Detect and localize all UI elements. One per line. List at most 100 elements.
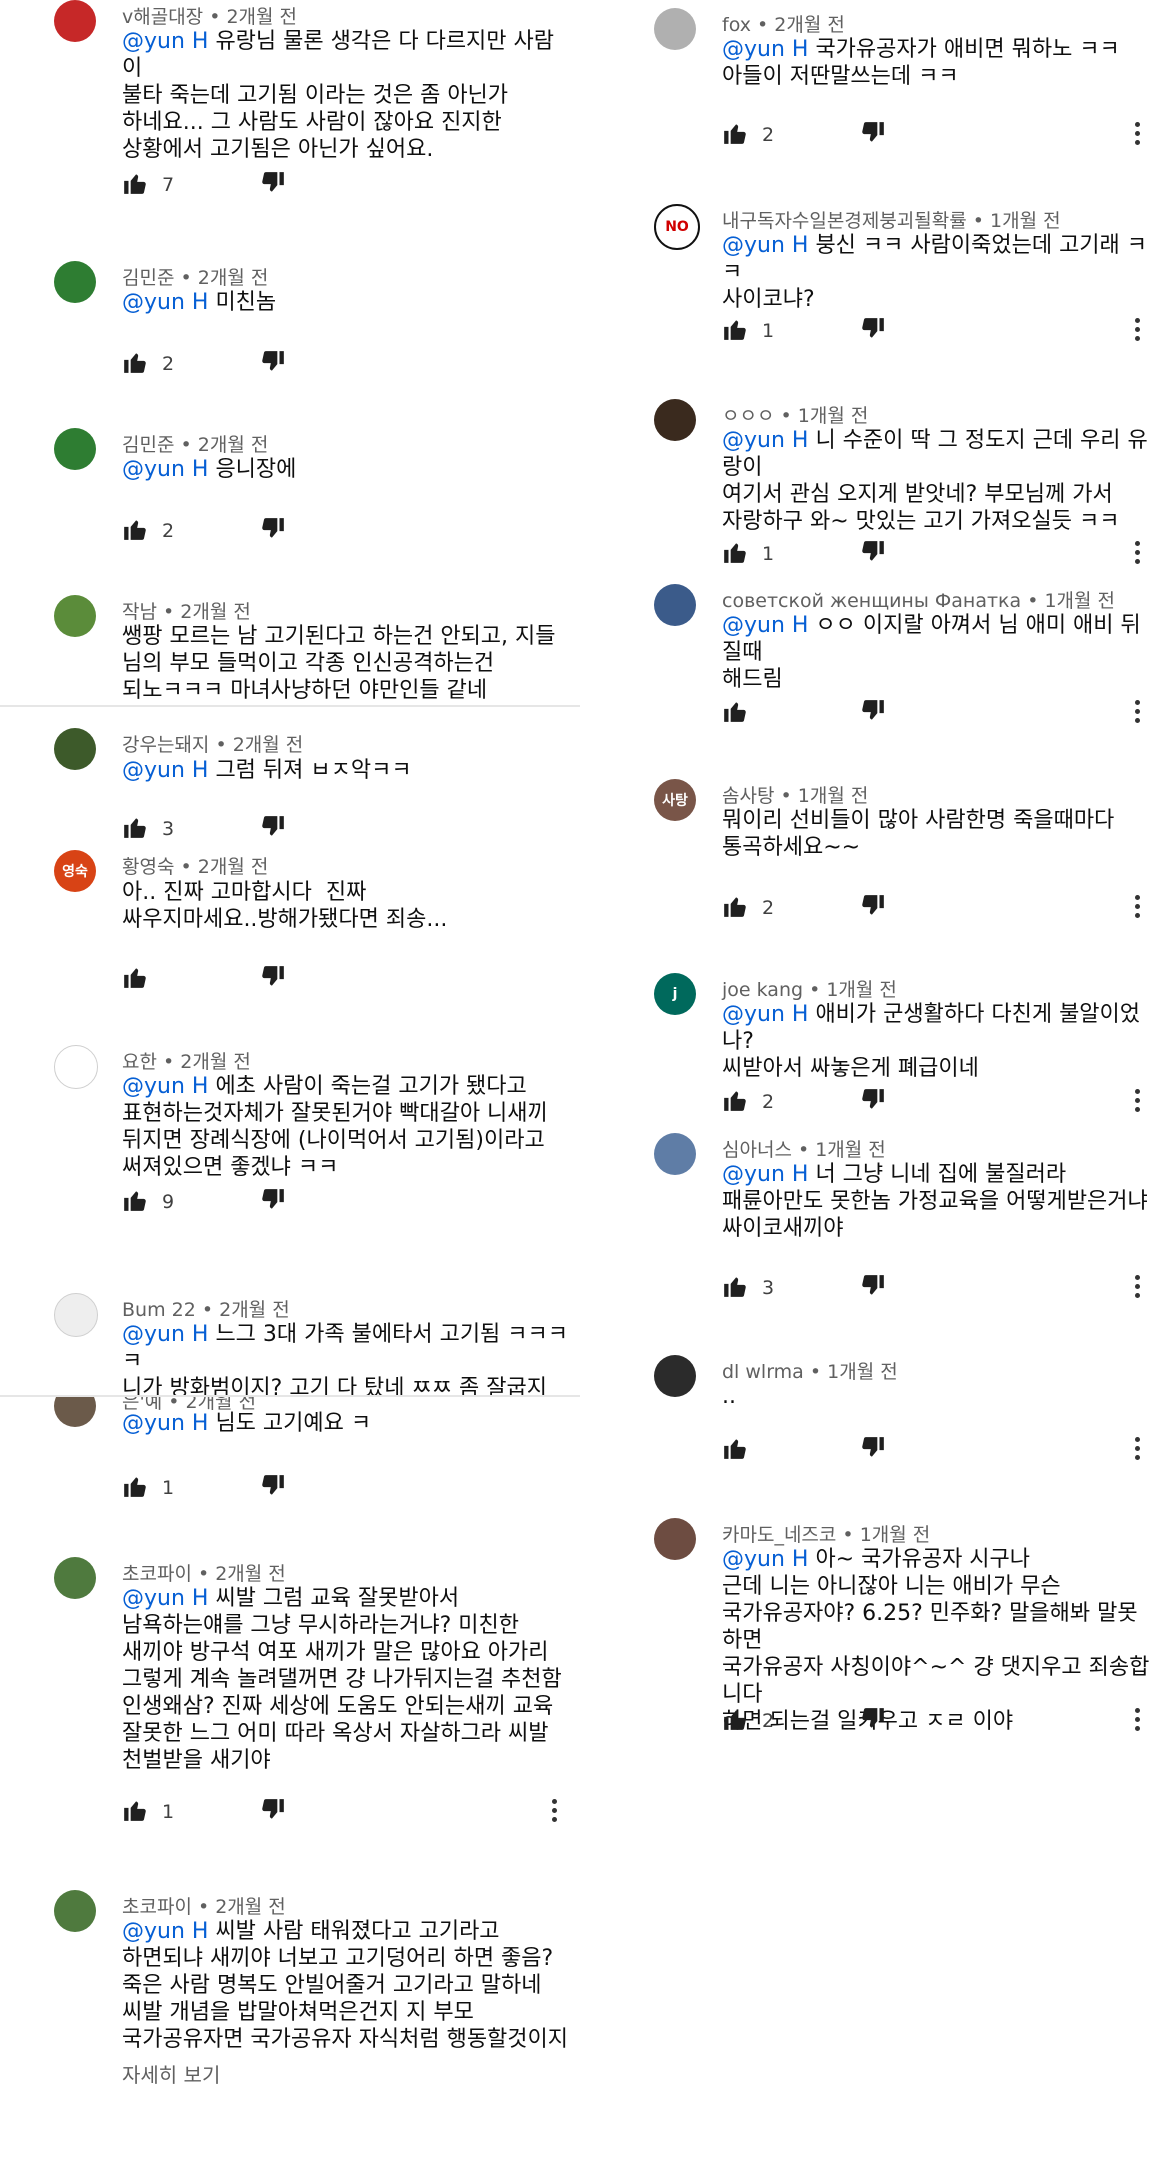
comment-author[interactable]: dl wlrma xyxy=(722,1361,804,1383)
avatar[interactable] xyxy=(54,428,96,470)
dislike-button[interactable] xyxy=(782,1273,886,1303)
thumbs-up-icon[interactable] xyxy=(722,893,748,919)
more-options-icon[interactable] xyxy=(1133,1708,1141,1734)
mention-link[interactable]: @yun H xyxy=(722,428,808,453)
thumbs-up-icon[interactable] xyxy=(722,698,748,724)
like-button[interactable] xyxy=(722,539,748,569)
like-button[interactable] xyxy=(722,1087,748,1117)
avatar[interactable] xyxy=(54,1890,96,1932)
like-button[interactable] xyxy=(122,814,148,844)
thumbs-down-icon[interactable] xyxy=(260,814,286,840)
thumbs-down-icon[interactable] xyxy=(260,1797,286,1823)
thumbs-down-icon[interactable] xyxy=(260,964,286,990)
thumbs-down-icon[interactable] xyxy=(260,1187,286,1213)
dislike-button[interactable] xyxy=(182,516,286,546)
thumbs-up-icon[interactable] xyxy=(122,349,148,375)
more-options-icon[interactable] xyxy=(1133,1275,1141,1301)
thumbs-up-icon[interactable] xyxy=(122,1797,148,1823)
comment-author[interactable]: 초코파이 xyxy=(122,1563,192,1585)
thumbs-up-icon[interactable] xyxy=(722,539,748,565)
dislike-button[interactable] xyxy=(182,349,286,379)
more-options-icon[interactable] xyxy=(1133,1089,1141,1115)
avatar[interactable] xyxy=(54,728,96,770)
avatar[interactable] xyxy=(654,584,696,626)
thumbs-down-icon[interactable] xyxy=(260,1473,286,1499)
dislike-button[interactable] xyxy=(782,698,886,728)
thumbs-down-icon[interactable] xyxy=(860,539,886,565)
avatar[interactable] xyxy=(654,1355,696,1397)
avatar[interactable] xyxy=(654,1133,696,1175)
like-button[interactable] xyxy=(122,1473,148,1503)
like-button[interactable] xyxy=(122,1187,148,1217)
comment-author[interactable]: 강우는돼지 xyxy=(122,734,209,756)
mention-link[interactable]: @yun H xyxy=(122,1919,208,1944)
thumbs-up-icon[interactable] xyxy=(722,1706,748,1732)
thumbs-up-icon[interactable] xyxy=(722,1435,748,1461)
dislike-button[interactable] xyxy=(182,814,286,844)
thumbs-down-icon[interactable] xyxy=(860,893,886,919)
comment-author[interactable]: 요한 xyxy=(122,1051,157,1073)
mention-link[interactable]: @yun H xyxy=(122,758,208,783)
comment-author[interactable]: fox xyxy=(722,14,751,36)
comment-author[interactable]: 김민준 xyxy=(122,434,174,456)
mention-link[interactable]: @yun H xyxy=(122,290,208,315)
mention-link[interactable]: @yun H xyxy=(722,1547,808,1572)
more-options-icon[interactable] xyxy=(550,1799,558,1825)
comment-author[interactable]: joe kang xyxy=(722,979,803,1001)
more-options-icon[interactable] xyxy=(1133,541,1141,567)
like-button[interactable] xyxy=(122,516,148,546)
comment-author[interactable]: советской женщины Фанатка xyxy=(722,590,1021,612)
avatar[interactable] xyxy=(654,1518,696,1560)
avatar[interactable] xyxy=(654,8,696,50)
thumbs-down-icon[interactable] xyxy=(860,1435,886,1461)
thumbs-up-icon[interactable] xyxy=(722,1087,748,1113)
like-button[interactable] xyxy=(122,1797,148,1827)
mention-link[interactable]: @yun H xyxy=(122,457,208,482)
like-button[interactable] xyxy=(722,698,748,728)
avatar[interactable]: 사탕 xyxy=(654,779,696,821)
dislike-button[interactable] xyxy=(182,964,286,994)
dislike-button[interactable] xyxy=(182,1797,286,1827)
avatar[interactable]: j xyxy=(654,973,696,1015)
like-button[interactable] xyxy=(122,349,148,379)
thumbs-up-icon[interactable] xyxy=(122,814,148,840)
comment-author[interactable]: Bum 22 xyxy=(122,1299,196,1321)
thumbs-up-icon[interactable] xyxy=(122,1187,148,1213)
thumbs-up-icon[interactable] xyxy=(122,170,148,196)
comment-author[interactable]: 솜사탕 xyxy=(722,785,774,807)
like-button[interactable] xyxy=(722,1273,748,1303)
mention-link[interactable]: @yun H xyxy=(722,1002,808,1027)
mention-link[interactable]: @yun H xyxy=(722,1162,808,1187)
dislike-button[interactable] xyxy=(182,1187,286,1217)
more-options-icon[interactable] xyxy=(1133,700,1141,726)
thumbs-up-icon[interactable] xyxy=(722,316,748,342)
avatar[interactable] xyxy=(54,261,96,303)
comment-author[interactable]: 카마도_네즈코 xyxy=(722,1524,836,1546)
dislike-button[interactable] xyxy=(782,1087,886,1117)
more-options-icon[interactable] xyxy=(1133,318,1141,344)
avatar[interactable] xyxy=(54,0,96,42)
dislike-button[interactable] xyxy=(782,120,886,150)
comment-author[interactable]: ㅇㅇㅇ xyxy=(722,405,774,427)
dislike-button[interactable] xyxy=(782,893,886,923)
more-options-icon[interactable] xyxy=(1133,1437,1141,1463)
comment-author[interactable]: 작남 xyxy=(122,601,157,623)
read-more-link[interactable]: 자세히 보기 xyxy=(122,2059,220,2088)
avatar[interactable] xyxy=(654,399,696,441)
avatar[interactable] xyxy=(54,1293,98,1337)
more-options-icon[interactable] xyxy=(1133,122,1141,148)
like-button[interactable] xyxy=(722,1435,748,1465)
like-button[interactable] xyxy=(722,120,748,150)
like-button[interactable] xyxy=(722,1706,748,1736)
dislike-button[interactable] xyxy=(182,1473,286,1503)
mention-link[interactable]: @yun H xyxy=(122,1074,208,1099)
avatar[interactable] xyxy=(54,1557,96,1599)
dislike-button[interactable] xyxy=(782,539,886,569)
like-button[interactable] xyxy=(722,893,748,923)
thumbs-down-icon[interactable] xyxy=(860,120,886,146)
avatar[interactable]: 영숙 xyxy=(54,850,96,892)
mention-link[interactable]: @yun H xyxy=(722,233,808,258)
thumbs-up-icon[interactable] xyxy=(722,1273,748,1299)
like-button[interactable] xyxy=(722,316,748,346)
thumbs-down-icon[interactable] xyxy=(260,516,286,542)
